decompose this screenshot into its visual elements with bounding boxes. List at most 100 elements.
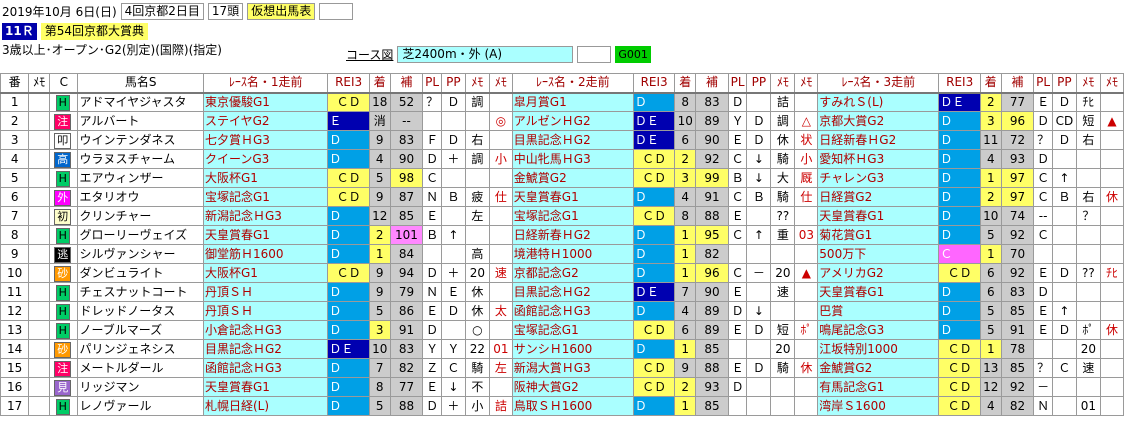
memo-cell[interactable]: [28, 92, 51, 112]
column-header[interactable]: PL: [1033, 73, 1053, 94]
column-header[interactable]: ﾒﾓ: [464, 73, 490, 94]
column-header[interactable]: PP: [1051, 73, 1077, 94]
race-name-3[interactable]: 菊花賞G1: [817, 225, 940, 245]
horse-name[interactable]: アルバート: [77, 111, 204, 131]
table-row[interactable]: 14 砂パリンジェネシス 目黒記念ＨG2 ＤＥ 10 83 Ｙ Ｙ 22 01 サンシＨ1600 Ｄ 1…: [0, 339, 1124, 359]
memo-1[interactable]: ﾁﾋ: [1075, 92, 1101, 112]
race-name-2[interactable]: 日経新春ＨG2: [511, 225, 634, 245]
memo-1[interactable]: 20: [1075, 339, 1101, 359]
memo-2[interactable]: [1099, 377, 1124, 397]
memo-2[interactable]: ▲: [794, 263, 819, 283]
memo-2[interactable]: [1099, 225, 1124, 245]
race-name-2[interactable]: 中山牝馬ＨG3: [511, 149, 634, 169]
memo-1[interactable]: 高: [464, 244, 490, 264]
memo-1[interactable]: [1075, 225, 1101, 245]
memo-1[interactable]: 20: [464, 263, 490, 283]
memo-1[interactable]: 小: [464, 396, 490, 416]
column-header[interactable]: ﾚｰｽ名・3走前: [817, 73, 940, 94]
memo-1[interactable]: [770, 396, 796, 416]
memo-2[interactable]: 状: [794, 130, 819, 150]
race-name-3[interactable]: 湾岸Ｓ1600: [817, 396, 940, 416]
memo-1[interactable]: 調: [464, 92, 490, 112]
race-name-2[interactable]: 皐月賞G1: [511, 92, 634, 112]
memo-2[interactable]: [1099, 149, 1124, 169]
column-header[interactable]: ﾒﾓ: [794, 73, 819, 94]
memo-cell[interactable]: [28, 206, 51, 226]
table-row[interactable]: 17 H レノヴァール 札幌日経(L) Ｄ 5 88 Ｄ ＋小詰鳥取ＳＨ1600 Ｄ 1 85 湾岸Ｓ1…: [0, 396, 1124, 416]
race-name-2[interactable]: 宝塚記念G1: [511, 320, 634, 340]
column-header[interactable]: 番: [0, 73, 30, 94]
horse-name[interactable]: シルヴァンシャー: [77, 244, 204, 264]
memo-1[interactable]: 騎: [770, 149, 796, 169]
table-row[interactable]: 16 見リッジマン 天皇賞春G1 Ｄ 8 77 Ｅ ↓ 不阪神大賞G2 ＣＤ 2 93 Ｄ 有馬記念G1 Ｃ…: [0, 377, 1124, 397]
table-row[interactable]: 13 H ノーブルマーズ 小倉記念ＨG3 Ｄ 3 91 Ｄ ○ 宝塚記念G1 ＣＤ 6 89 Ｅ Ｄ 短ﾎﾟ鳴…: [0, 320, 1124, 340]
memo-1[interactable]: [1075, 282, 1101, 302]
memo-1[interactable]: 騎: [464, 358, 490, 378]
memo-1[interactable]: 調: [464, 149, 490, 169]
column-header[interactable]: 着: [979, 73, 1002, 94]
column-header[interactable]: PP: [440, 73, 466, 94]
table-row[interactable]: 4 高ウラヌスチャーム クイーンG3 Ｄ 4 90 Ｄ ＋調小中山牝馬ＨG3 ＣＤ 2 92 Ｃ ↓ 騎小…: [0, 149, 1124, 169]
memo-2[interactable]: 左: [488, 358, 513, 378]
column-header[interactable]: PP: [746, 73, 772, 94]
memo-cell[interactable]: [28, 149, 51, 169]
memo-1[interactable]: 左: [464, 206, 490, 226]
memo-2[interactable]: 小: [488, 149, 513, 169]
memo-2[interactable]: [794, 92, 819, 112]
horse-name[interactable]: チェスナットコート: [77, 282, 204, 302]
memo-cell[interactable]: [28, 263, 51, 283]
memo-1[interactable]: [1075, 168, 1101, 188]
memo-2[interactable]: △: [794, 111, 819, 131]
table-row[interactable]: 8 H グローリーヴェイズ 天皇賞春G1 Ｄ 2 101 Ｂ ↑ 日経新春ＨG2 Ｄ 1 95 Ｃ ↑ 重 03…: [0, 225, 1124, 245]
memo-1[interactable]: 22: [464, 339, 490, 359]
memo-2[interactable]: 厩: [794, 168, 819, 188]
race-name-2[interactable]: 天皇賞春G1: [511, 187, 634, 207]
blank-input[interactable]: [319, 2, 354, 20]
column-header[interactable]: 着: [368, 73, 391, 94]
memo-2[interactable]: [794, 244, 819, 264]
memo-2[interactable]: [1099, 92, 1124, 112]
memo-2[interactable]: [1099, 301, 1124, 321]
column-header[interactable]: ﾒﾓ: [1099, 73, 1124, 94]
column-header[interactable]: ﾒﾓ: [488, 73, 513, 94]
race-name-2[interactable]: アルゼンＨG2: [511, 111, 634, 131]
memo-1[interactable]: ??: [1075, 263, 1101, 283]
column-header[interactable]: 着: [674, 73, 697, 94]
race-name-2[interactable]: 新潟大賞ＨG3: [511, 358, 634, 378]
race-name-1[interactable]: 札幌日経(L): [202, 396, 329, 416]
horse-name[interactable]: ダンビュライト: [77, 263, 204, 283]
memo-2[interactable]: [488, 320, 513, 340]
memo-cell[interactable]: [28, 168, 51, 188]
memo-cell[interactable]: [28, 396, 51, 416]
table-row[interactable]: 10 砂ダンビュライト 大阪杯G1 ＣＤ 9 94 Ｄ ＋ 20 速京都記念G2 Ｄ 1 96 Ｃ － 20 ▲…: [0, 263, 1124, 283]
race-name-1[interactable]: 大阪杯G1: [202, 168, 329, 188]
memo-2[interactable]: [488, 168, 513, 188]
memo-1[interactable]: 不: [464, 377, 490, 397]
table-row[interactable]: 7 初クリンチャー 新潟記念ＨG3 Ｄ 12 85 Ｅ 左宝塚記念G1 ＣＤ 8 88 Ｅ?? 天皇賞春…: [0, 206, 1124, 226]
memo-2[interactable]: 休: [1099, 320, 1124, 340]
memo-2[interactable]: [794, 282, 819, 302]
memo-1[interactable]: [464, 111, 490, 131]
memo-1[interactable]: 右: [1075, 130, 1101, 150]
race-name-1[interactable]: 大阪杯G1: [202, 263, 329, 283]
memo-2[interactable]: [1099, 244, 1124, 264]
column-header[interactable]: 補: [389, 73, 424, 94]
race-name-3[interactable]: すみれＳ(L): [817, 92, 940, 112]
memo-2[interactable]: [1099, 339, 1124, 359]
race-name-3[interactable]: 巴賞: [817, 301, 940, 321]
table-row[interactable]: 6 外エタリオウ 宝塚記念G1 ＣＤ 9 87 Ｎ Ｂ 疲仕天皇賞春G1 Ｄ 4 91 Ｃ Ｂ 騎仕日経賞G…: [0, 187, 1124, 207]
kaso-button[interactable]: 仮想出馬表: [247, 2, 316, 20]
memo-2[interactable]: [1099, 396, 1124, 416]
column-header[interactable]: C: [49, 73, 79, 94]
race-name-1[interactable]: 新潟記念ＨG3: [202, 206, 329, 226]
memo-2[interactable]: [1099, 358, 1124, 378]
memo-1[interactable]: 20: [770, 339, 796, 359]
horse-name[interactable]: ドレッドノータス: [77, 301, 204, 321]
memo-cell[interactable]: [28, 130, 51, 150]
table-row[interactable]: 12 H ドレッドノータス 丹頂ＳＨ Ｄ 5 86 Ｅ Ｄ 休太函館記念ＨG3 Ｄ 4 89 Ｄ ↓ 巴賞 Ｄ 5…: [0, 301, 1124, 321]
memo-2[interactable]: [1099, 130, 1124, 150]
memo-2[interactable]: 仕: [488, 187, 513, 207]
memo-2[interactable]: 太: [488, 301, 513, 321]
race-name-1[interactable]: 七夕賞ＨG3: [202, 130, 329, 150]
column-header[interactable]: ﾚｰｽ名・2走前: [511, 73, 634, 94]
